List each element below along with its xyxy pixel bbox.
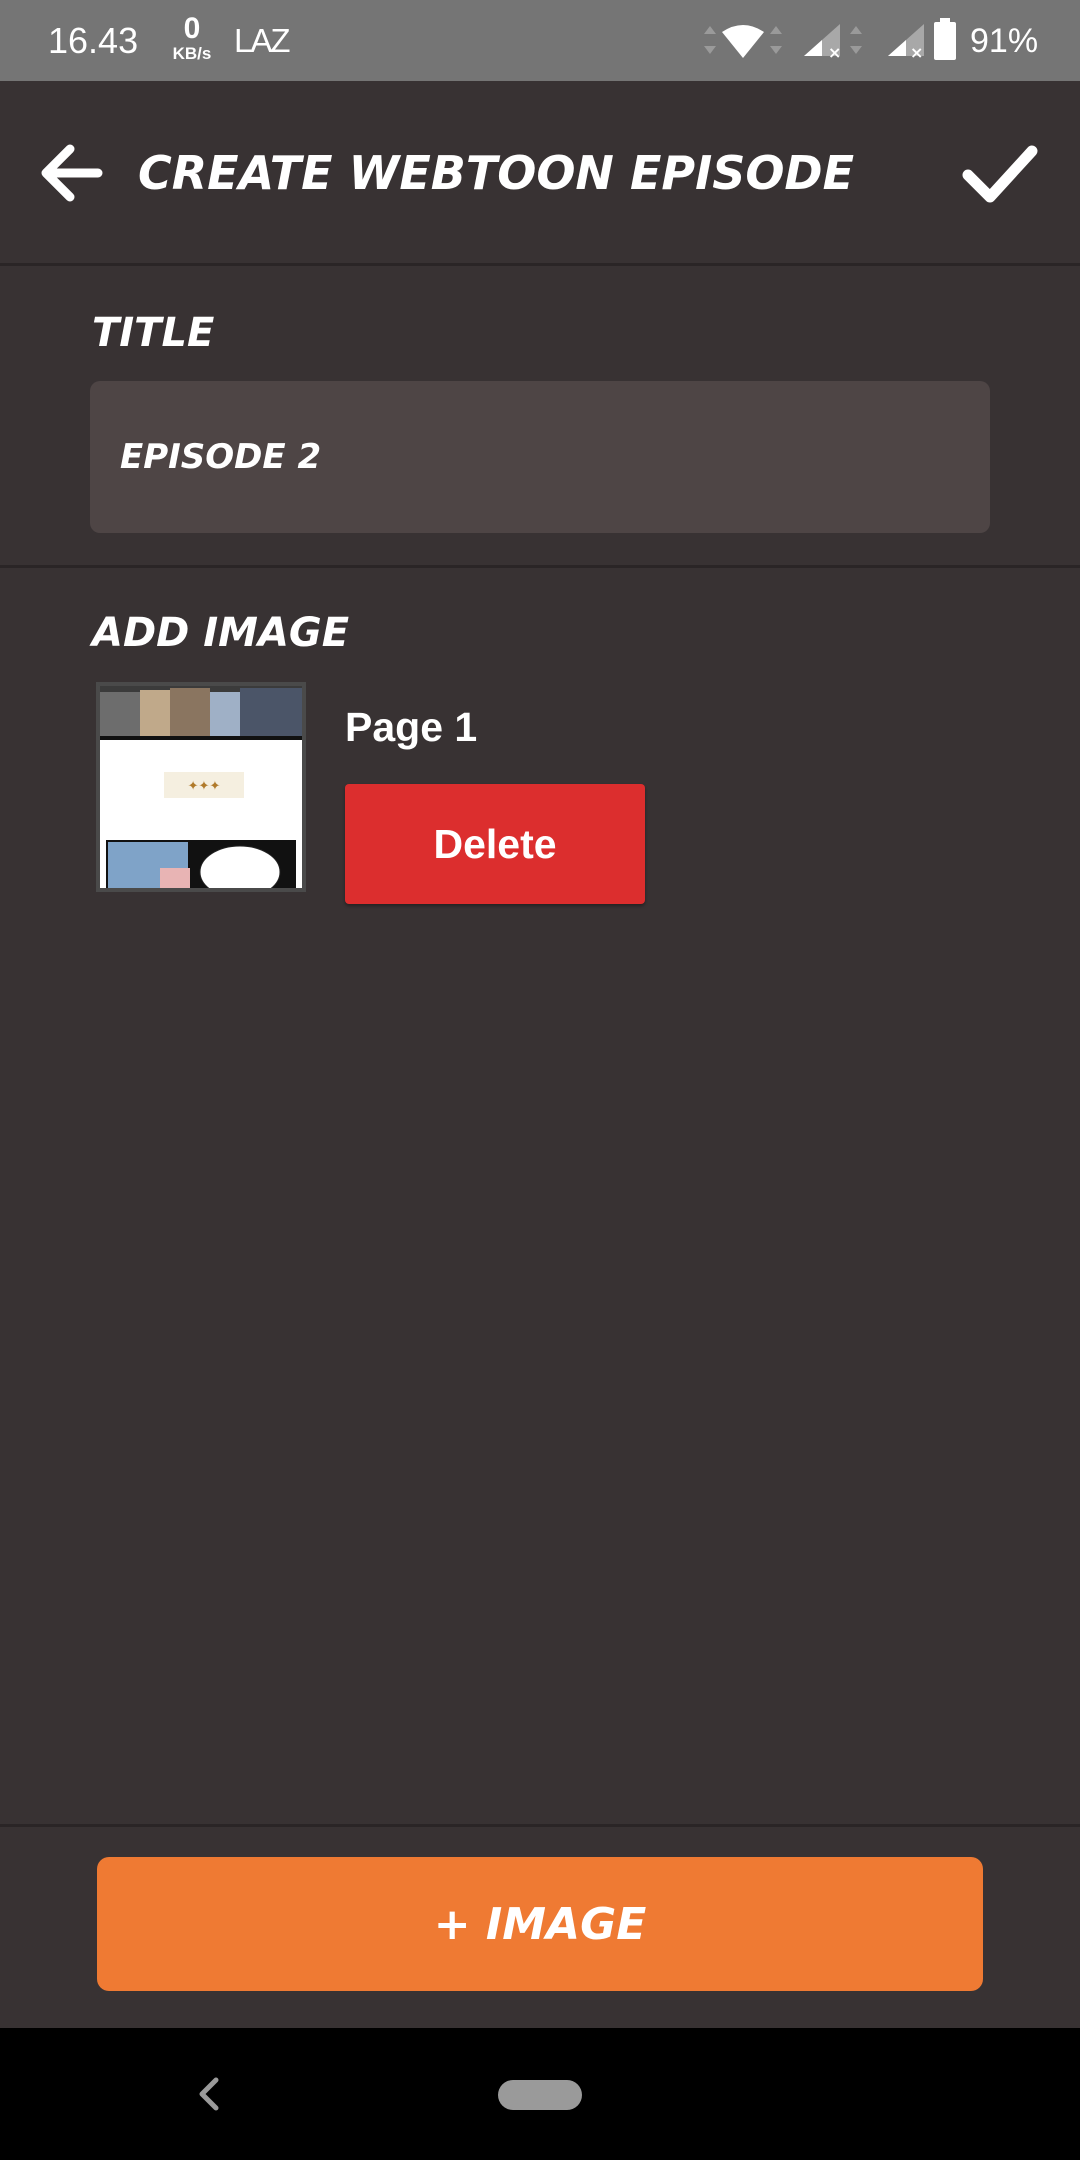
add-image-label: ADD IMAGE (92, 610, 350, 656)
network-speed-unit: KB/s (172, 44, 212, 63)
title-label: TITLE (92, 310, 215, 356)
carrier-name: LAZ (234, 22, 291, 59)
add-image-button[interactable]: + IMAGE (97, 1857, 983, 1991)
network-speed-value: 0 (183, 12, 201, 45)
title-input[interactable]: EPISODE 2 (90, 381, 990, 533)
status-bar: 16.43 0 KB/s LAZ × × 91% (0, 0, 1080, 81)
battery-icon (934, 18, 956, 60)
svg-text:✦✦✦: ✦✦✦ (188, 779, 221, 794)
app-bar: CREATE WEBTOON EPISODE (0, 81, 1080, 266)
arrow-left-icon[interactable] (36, 137, 108, 209)
status-time: 16.43 (48, 20, 139, 61)
wifi-icon (704, 25, 782, 58)
svg-text:×: × (828, 43, 841, 60)
nav-back-icon[interactable] (188, 2064, 228, 2124)
thumbnail-image: ✦✦✦ (100, 686, 302, 888)
check-icon[interactable] (960, 133, 1040, 213)
page-label: Page 1 (345, 704, 478, 750)
delete-button[interactable]: Delete (345, 784, 645, 904)
screen: 16.43 0 KB/s LAZ × × 91% CREATE WEBTOON … (0, 0, 1080, 2160)
signal-icon: × (888, 24, 924, 60)
system-nav-bar (0, 2028, 1080, 2160)
page-thumbnail[interactable]: ✦✦✦ (96, 682, 306, 892)
comic-page-image: ✦✦✦ (100, 686, 302, 888)
signal-icon: × (804, 24, 862, 60)
page-title: CREATE WEBTOON EPISODE (138, 146, 855, 200)
network-speed: 0 KB/s (166, 14, 218, 64)
nav-home-pill[interactable] (498, 2080, 582, 2110)
section-divider (0, 565, 1080, 568)
battery-percent: 91% (970, 22, 1039, 60)
svg-text:×: × (910, 43, 923, 60)
